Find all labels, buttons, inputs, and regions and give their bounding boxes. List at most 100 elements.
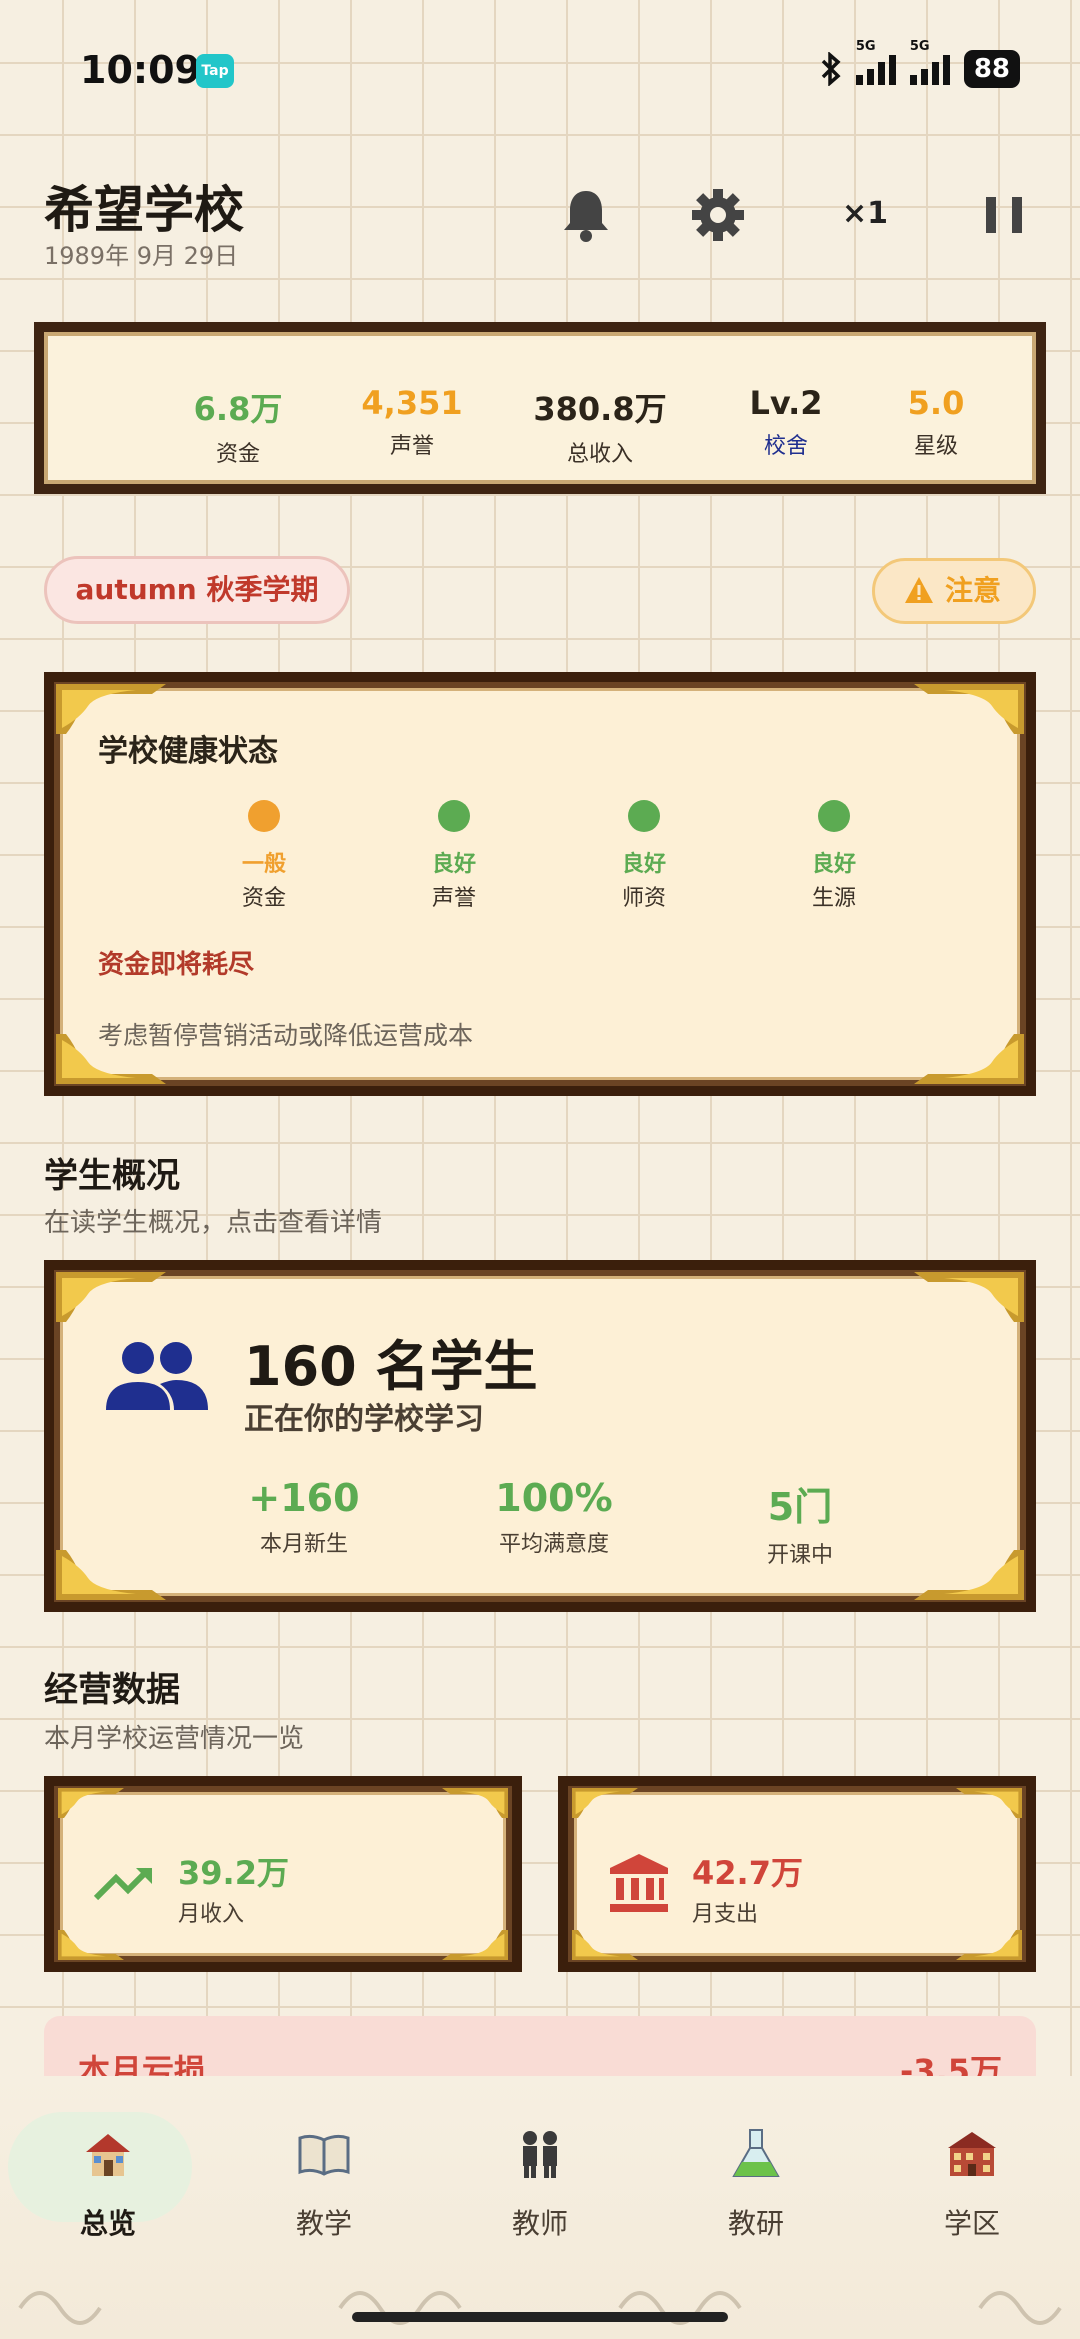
status-time: 10:09: [80, 48, 201, 92]
season-badge: autumn 秋季学期: [44, 556, 350, 624]
network-type-2: 5G: [909, 39, 930, 54]
school-name: 希望学校: [44, 181, 244, 239]
ornament-corner: [58, 1930, 124, 1960]
trending-up-icon: [93, 1867, 152, 1901]
nav-label: 总览: [79, 2207, 136, 2240]
monthly-income-card[interactable]: 39.2万 月收入: [44, 1776, 522, 1972]
health-item-enrollment: 良好 生源: [784, 800, 884, 912]
health-status: 良好: [621, 852, 666, 877]
warning-label: 注意: [945, 574, 1002, 607]
stat-value: 380.8万: [533, 390, 667, 428]
school-health-panel: 学校健康状态 一般 资金 良好 声誉 良好 师资 良好 生源 资金即将耗尽 考虑…: [44, 672, 1036, 1096]
health-status: 一般: [241, 852, 286, 877]
monthly-loss-banner: 本月亏损 -3.5万: [44, 2016, 1036, 2076]
ornament-corner: [56, 1550, 166, 1600]
warning-button[interactable]: 注意: [872, 558, 1036, 624]
status-icons: 5G 5G 88: [820, 39, 1020, 88]
courses-stat: 5门 开课中: [700, 1476, 900, 1569]
health-name: 资金: [241, 886, 286, 911]
home-indicator[interactable]: [352, 2312, 728, 2322]
stats-panel: 6.8万 资金 4,351 声誉 380.8万 总收入 Lv.2 校舍 5.0 …: [34, 322, 1046, 494]
health-name: 声誉: [431, 886, 476, 911]
stat-building-level[interactable]: Lv.2 校舍: [716, 384, 856, 460]
status-dot: [248, 800, 280, 832]
nav-teaching[interactable]: 教学: [216, 2076, 432, 2276]
ornament-corner: [914, 1272, 1024, 1322]
ornament-corner: [56, 1272, 166, 1322]
health-name: 师资: [621, 886, 666, 911]
nav-teachers[interactable]: 教师: [432, 2076, 648, 2276]
stat-label: 资金: [215, 442, 260, 467]
expense-label: 月支出: [692, 1902, 759, 1927]
stat-total-income: 380.8万 总收入: [530, 384, 670, 468]
nav-label: 学区: [943, 2207, 1000, 2240]
nav-label: 教研: [727, 2207, 784, 2240]
ornament-corner: [572, 1788, 638, 1818]
students-section-title: 学生概况: [44, 1156, 180, 1196]
ornament-corner: [442, 1788, 508, 1818]
loss-label: 本月亏损: [78, 2052, 207, 2076]
ornament-corner: [572, 1930, 638, 1960]
bank-icon: [610, 1854, 668, 1912]
business-section-subtitle: 本月学校运营情况一览: [44, 1724, 305, 1754]
status-bar: 10:09 Tap 5G 5G 88: [0, 0, 1080, 140]
book-icon: [298, 2134, 350, 2176]
health-status: 良好: [431, 852, 476, 877]
stat-label: 校舍: [763, 434, 808, 459]
gear-icon[interactable]: [688, 185, 748, 245]
ornament-corner: [58, 1788, 124, 1818]
health-tip: 考虑暂停营销活动或降低运营成本: [98, 1021, 474, 1050]
house-icon: [86, 2134, 130, 2176]
nav-label: 教学: [295, 2207, 352, 2240]
stat-label: 总收入: [566, 442, 633, 467]
satisfaction-stat: 100% 平均满意度: [454, 1476, 654, 1558]
tap-app-icon: Tap: [196, 54, 234, 88]
network-type-1: 5G: [855, 39, 876, 54]
ornament-corner: [442, 1930, 508, 1960]
students-card[interactable]: 160 名学生 正在你的学校学习 +160 本月新生 100% 平均满意度 5门…: [44, 1260, 1036, 1612]
stat-funds: 6.8万 资金: [168, 384, 308, 468]
battery-indicator: 88: [963, 50, 1020, 88]
stat-value: 5.0: [907, 384, 965, 422]
health-alert: 资金即将耗尽: [98, 950, 255, 980]
stat-value: 5门: [767, 1485, 833, 1529]
expense-value: 42.7万: [692, 1854, 803, 1892]
nav-overview[interactable]: 总览: [0, 2076, 216, 2276]
status-dot: [628, 800, 660, 832]
nav-school-district[interactable]: 学区: [864, 2076, 1080, 2276]
signal-2-icon: 5G: [909, 39, 950, 85]
game-date: 1989年 9月 29日: [44, 242, 239, 270]
decorative-border: [18, 2291, 1062, 2325]
stat-label: 声誉: [389, 434, 434, 459]
new-students-stat: +160 本月新生: [204, 1476, 404, 1558]
income-value: 39.2万: [178, 1854, 289, 1892]
students-group-icon: [106, 1342, 208, 1410]
monthly-expense-card[interactable]: 42.7万 月支出: [558, 1776, 1036, 1972]
stat-value: 4,351: [361, 384, 463, 422]
health-item-faculty: 良好 师资: [594, 800, 694, 912]
flask-icon: [732, 2129, 780, 2177]
stat-label: 开课中: [766, 1543, 833, 1568]
ornament-corner: [956, 1788, 1022, 1818]
school-building-icon: [948, 2132, 996, 2176]
loss-value: -3.5万: [900, 2052, 1002, 2076]
stat-label: 星级: [913, 434, 958, 459]
stat-value: 100%: [495, 1476, 613, 1520]
health-status: 良好: [811, 852, 856, 877]
warning-icon: [905, 577, 933, 603]
ornament-corner: [914, 684, 1024, 734]
ornament-corner: [914, 1034, 1024, 1084]
ornament-corner: [956, 1930, 1022, 1960]
status-dot: [818, 800, 850, 832]
speed-button[interactable]: ×1: [842, 196, 888, 231]
stat-label: 平均满意度: [498, 1532, 609, 1557]
nav-research[interactable]: 教研: [648, 2076, 864, 2276]
business-section-title: 经营数据: [44, 1670, 180, 1710]
students-section-subtitle: 在读学生概况，点击查看详情: [44, 1208, 383, 1238]
status-dot: [438, 800, 470, 832]
stat-reputation: 4,351 声誉: [342, 384, 482, 460]
signal-1-icon: 5G: [855, 39, 896, 85]
stat-value: 6.8万: [193, 390, 283, 428]
bell-icon[interactable]: [556, 185, 616, 245]
pause-icon[interactable]: [974, 185, 1034, 245]
